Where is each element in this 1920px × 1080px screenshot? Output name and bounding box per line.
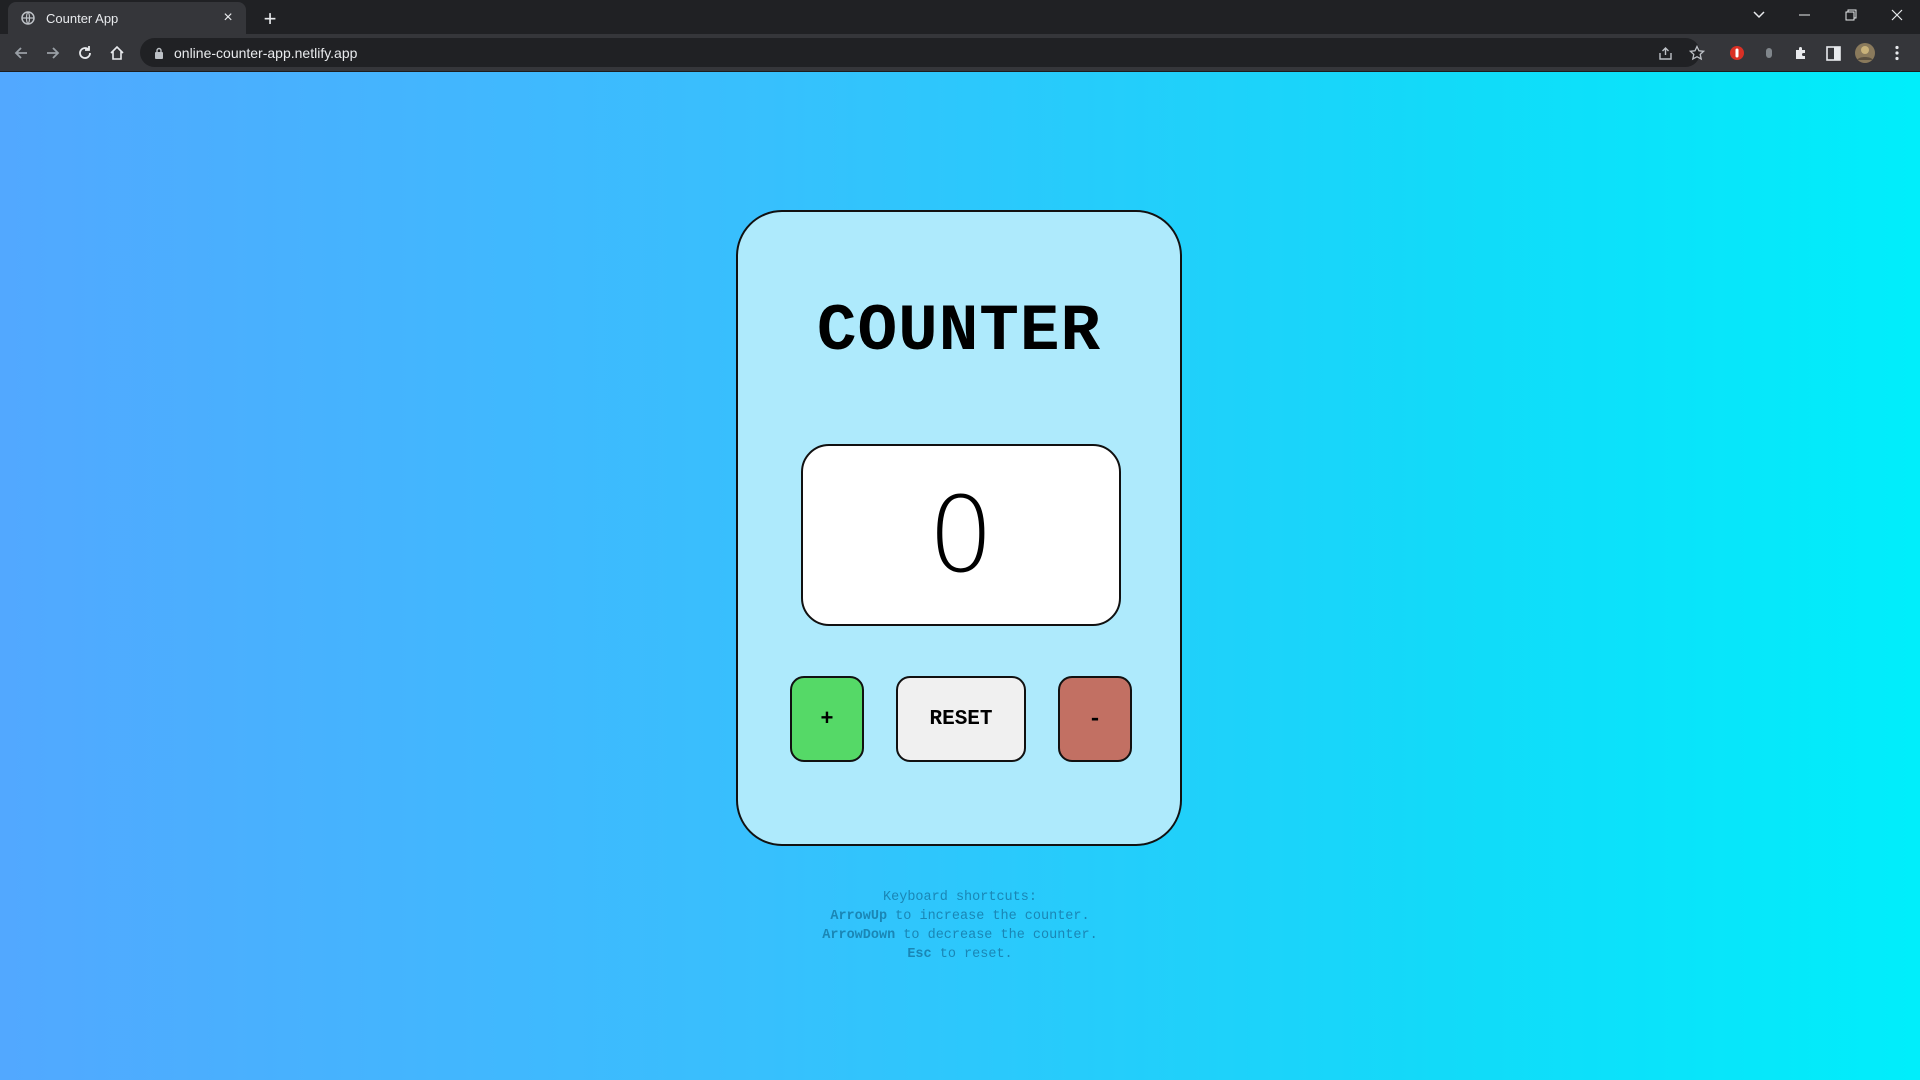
address-bar[interactable]: online-counter-app.netlify.app xyxy=(140,38,1700,67)
chevron-down-icon[interactable] xyxy=(1736,0,1782,30)
menu-icon[interactable] xyxy=(1883,39,1911,67)
shortcuts-heading: Keyboard shortcuts: xyxy=(883,890,1037,905)
new-tab-button[interactable]: + xyxy=(256,5,284,33)
back-icon[interactable] xyxy=(7,39,35,67)
page-title: COUNTER xyxy=(816,294,1102,369)
puzzle-icon[interactable] xyxy=(1787,39,1815,67)
shortcut-text: to increase the counter. xyxy=(887,909,1090,924)
globe-icon xyxy=(20,10,36,26)
url-text: online-counter-app.netlify.app xyxy=(174,44,358,61)
shortcut-key: Esc xyxy=(907,947,932,962)
shortcut-text: to reset. xyxy=(931,947,1013,962)
forward-icon[interactable] xyxy=(39,39,67,67)
side-panel-icon[interactable] xyxy=(1819,39,1847,67)
counter-value: 0 xyxy=(927,474,995,596)
reset-button[interactable]: RESET xyxy=(896,676,1026,762)
browser-toolbar: online-counter-app.netlify.app xyxy=(0,34,1920,72)
shortcut-key: ArrowDown xyxy=(822,928,896,943)
reload-icon[interactable] xyxy=(71,39,99,67)
keyboard-shortcuts-help: Keyboard shortcuts: ArrowUp to increase … xyxy=(0,888,1920,964)
window-close-icon[interactable] xyxy=(1874,0,1920,30)
lock-icon[interactable] xyxy=(154,47,164,59)
shortcut-line: ArrowUp to increase the counter. xyxy=(0,907,1920,926)
page-background: COUNTER 0 + RESET - Keyboard shortcuts: … xyxy=(0,72,1920,1080)
extension-gray-icon[interactable] xyxy=(1755,39,1783,67)
profile-avatar-icon[interactable] xyxy=(1851,39,1879,67)
star-icon[interactable] xyxy=(1683,39,1711,67)
tab-title: Counter App xyxy=(46,10,119,26)
decrement-button[interactable]: - xyxy=(1058,676,1132,762)
counter-card: COUNTER 0 + RESET - xyxy=(736,210,1182,846)
share-icon[interactable] xyxy=(1651,39,1679,67)
minimize-icon[interactable] xyxy=(1782,0,1828,30)
shortcut-key: ArrowUp xyxy=(830,909,888,924)
shortcut-line: ArrowDown to decrease the counter. xyxy=(0,926,1920,945)
increment-button[interactable]: + xyxy=(790,676,864,762)
home-icon[interactable] xyxy=(103,39,131,67)
shortcut-line: Esc to reset. xyxy=(0,945,1920,964)
tab-strip: Counter App × + xyxy=(0,0,1920,34)
browser-tab[interactable]: Counter App × xyxy=(8,2,246,34)
shortcut-text: to decrease the counter. xyxy=(895,928,1098,943)
restore-icon[interactable] xyxy=(1828,0,1874,30)
close-icon[interactable]: × xyxy=(218,8,238,28)
extension-red-icon[interactable] xyxy=(1723,39,1751,67)
counter-display: 0 xyxy=(801,444,1121,626)
